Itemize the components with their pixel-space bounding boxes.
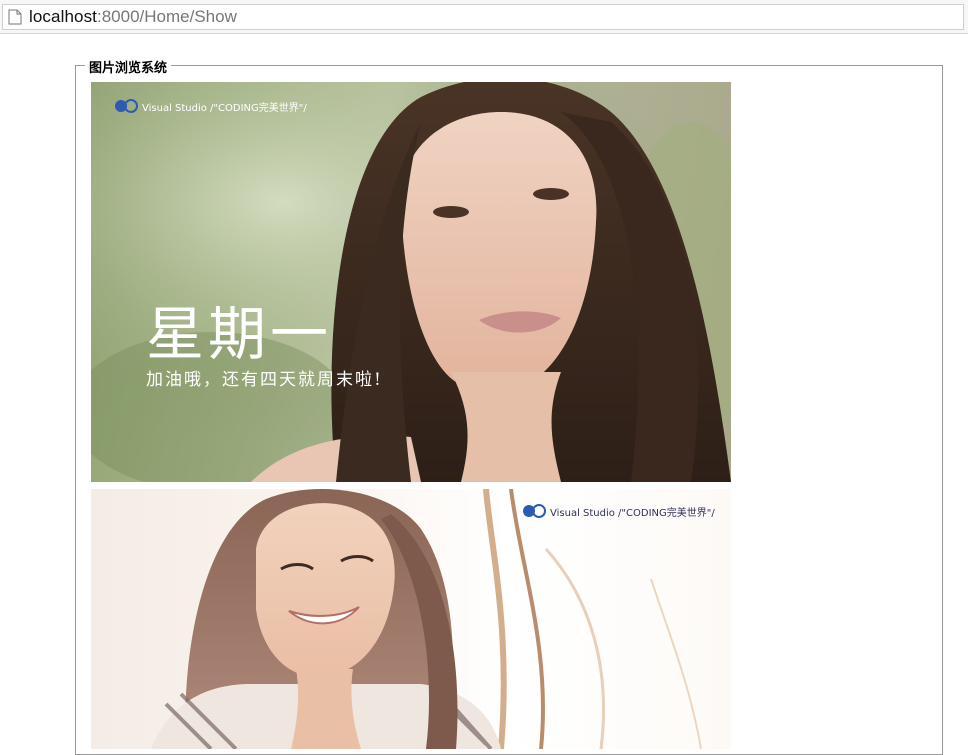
- photo-1-illustration: [91, 82, 731, 482]
- url-field[interactable]: localhost:8000/Home/Show: [2, 4, 964, 30]
- photo-2-illustration: [151, 489, 702, 749]
- url-host: localhost: [29, 7, 97, 26]
- url-path: :8000/Home/Show: [97, 7, 237, 26]
- logo-text: Visual Studio /"CODING完美世界"/: [550, 508, 715, 519]
- page-icon: [8, 9, 22, 25]
- gallery-image-1: Visual Studio /"CODING完美世界"/ 星期一 加油哦，还有四…: [91, 82, 731, 482]
- gallery-legend: 图片浏览系统: [85, 57, 172, 76]
- visual-studio-logo: Visual Studio /"CODING完美世界"/: [550, 504, 715, 519]
- browser-address-bar: localhost:8000/Home/Show: [0, 0, 968, 34]
- logo-text: Visual Studio /"CODING完美世界"/: [142, 103, 307, 114]
- photo-subline: 加油哦，还有四天就周末啦!: [146, 370, 383, 390]
- visual-studio-logo: Visual Studio /"CODING完美世界"/: [142, 99, 307, 114]
- gallery-image-2: Visual Studio /"CODING完美世界"/: [91, 489, 731, 749]
- photo-headline: 星期一: [146, 300, 333, 368]
